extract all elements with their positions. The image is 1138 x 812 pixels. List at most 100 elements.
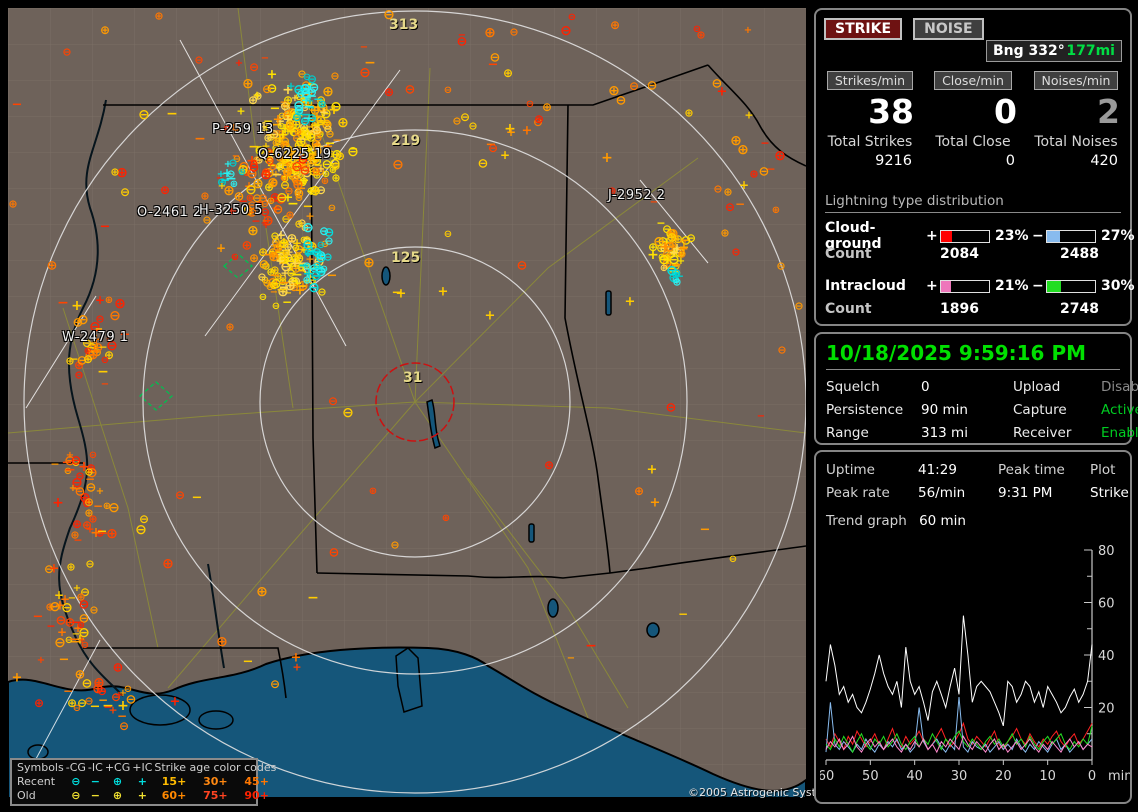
trend-series <box>826 616 1092 726</box>
strike-symbol: + <box>315 127 324 138</box>
setting-value: 90 min <box>921 402 1013 418</box>
strike-symbol: ⊖ <box>119 720 129 732</box>
strike-symbol: + <box>273 114 284 127</box>
strike-symbol: + <box>236 106 245 117</box>
x-tick-label: 0 <box>1088 769 1096 784</box>
strike-symbol: ⊕ <box>331 173 340 184</box>
x-tick-label: 60 <box>820 769 834 784</box>
y-tick-label: 80 <box>1098 544 1115 559</box>
strike-symbol: ⊖ <box>281 214 290 225</box>
strike-symbol: ⊖ <box>330 71 339 82</box>
strike-symbol: ⊕ <box>154 11 163 22</box>
stat-label-button[interactable]: Close/min <box>934 71 1012 90</box>
strike-symbol: ⊖ <box>307 241 315 251</box>
strike-symbol: ⊕ <box>92 682 104 696</box>
x-tick-label: 40 <box>906 769 923 784</box>
strike-symbol: ⊕ <box>273 271 282 282</box>
strike-symbol: − <box>281 167 289 177</box>
strike-symbol: ⊖ <box>62 47 71 58</box>
strike-symbol: + <box>37 656 45 666</box>
strike-symbol: ⊕ <box>266 267 275 278</box>
strike-symbol: + <box>739 179 749 191</box>
legend-symbol: ⊖ <box>65 775 87 789</box>
strike-symbol: ⊖ <box>267 83 278 96</box>
strike-symbol: ⊕ <box>75 669 86 682</box>
strike-symbol: + <box>286 81 295 92</box>
strike-symbol: ⊖ <box>666 402 677 415</box>
strike-symbol: + <box>283 126 292 137</box>
strike-symbol: − <box>670 258 682 272</box>
strike-symbol: − <box>282 296 292 308</box>
strike-symbol: ⊖ <box>87 348 99 362</box>
strike-symbol: ⊖ <box>71 455 82 468</box>
strike-symbol: + <box>500 149 510 161</box>
strike-symbol: − <box>307 104 315 114</box>
strike-symbol: ⊕ <box>291 174 303 188</box>
storm-cell-label: P-259 13 <box>212 122 274 137</box>
strike-symbol: ⊕ <box>285 117 295 129</box>
strike-symbol: + <box>522 125 533 138</box>
setting-label: Squelch <box>826 379 921 395</box>
strike-symbol: − <box>303 113 314 126</box>
strike-symbol: − <box>316 116 326 128</box>
strike-symbol: ⊖ <box>294 252 302 262</box>
strike-button[interactable]: STRIKE <box>824 18 902 40</box>
strike-symbol: ⊖ <box>478 158 489 171</box>
strike-symbol: + <box>504 122 516 136</box>
strike-symbol: ⊕ <box>684 108 693 119</box>
legend-header-pcg: +CG <box>104 761 131 775</box>
neg-percent: 27% <box>1096 228 1138 244</box>
strike-symbol: ⊖ <box>294 128 302 138</box>
strike-symbol: + <box>291 94 299 104</box>
strike-symbol: − <box>220 174 230 186</box>
bearing-display: Bng 332° 177mi <box>986 40 1122 62</box>
strike-symbol: ⊖ <box>347 145 359 159</box>
strike-symbol: ⊕ <box>672 271 680 281</box>
stat-column-strikes-min: Strikes/min38Total Strikes9216 <box>822 70 918 169</box>
strike-symbol: ⊕ <box>277 122 285 132</box>
strike-symbol: ⊕ <box>321 177 329 187</box>
strike-symbol: − <box>243 656 254 669</box>
strike-symbol: ⊖ <box>301 129 313 143</box>
strike-symbol: − <box>166 107 178 121</box>
strike-symbol: ⊖ <box>674 246 686 260</box>
strike-symbol: ⊕ <box>660 243 671 256</box>
strike-symbol: ⊖ <box>86 466 98 480</box>
strike-symbol: ⊖ <box>249 162 260 175</box>
strike-symbol: − <box>314 266 326 280</box>
storm-cell-label: W-2479 1 <box>62 330 129 345</box>
strike-symbol: + <box>311 186 322 199</box>
stat-label-button[interactable]: Strikes/min <box>827 71 913 90</box>
strike-symbol: ⊖ <box>138 108 150 122</box>
strike-symbol: ⊖ <box>468 121 477 132</box>
strike-symbol: ⊕ <box>277 128 287 140</box>
strike-symbol: ⊖ <box>316 184 326 196</box>
storm-map[interactable]: 3133132192191251253131 ⊖⊖⊖++−−+++−⊕+⊖⊕−+… <box>8 8 806 798</box>
legend-symbol: ⊖ <box>65 789 87 803</box>
legend-age-code: 30+ <box>195 775 236 789</box>
strike-symbol: − <box>292 109 304 123</box>
strike-symbol: ⊖ <box>293 99 305 113</box>
strike-symbol: ⊖ <box>307 112 317 124</box>
strike-symbol: ⊕ <box>544 459 554 471</box>
strike-symbol: − <box>62 457 73 470</box>
stat-label-button[interactable]: Noises/min <box>1034 71 1119 90</box>
strike-symbol: ⊖ <box>662 223 672 235</box>
strike-symbol: ⊕ <box>237 163 249 177</box>
strike-symbol: ⊕ <box>297 279 309 293</box>
strike-symbol: ⊕ <box>282 249 290 259</box>
strike-symbol: ⊕ <box>300 236 308 246</box>
strike-symbol: − <box>757 412 765 422</box>
strike-symbol: − <box>360 43 368 53</box>
strike-symbol: ⊖ <box>307 187 315 197</box>
neg-count: 2748 <box>1060 301 1138 317</box>
strike-symbol: − <box>287 237 295 247</box>
strike-symbol: ⊖ <box>283 109 294 122</box>
strike-symbol: ⊕ <box>88 514 97 525</box>
strike-symbol: ⊖ <box>308 281 320 295</box>
strike-symbol: − <box>57 296 69 310</box>
peakrate-value: 56/min <box>918 485 998 501</box>
strike-symbol: + <box>275 115 285 127</box>
strike-symbol: ⊖ <box>294 188 302 198</box>
noise-button[interactable]: NOISE <box>913 18 983 40</box>
